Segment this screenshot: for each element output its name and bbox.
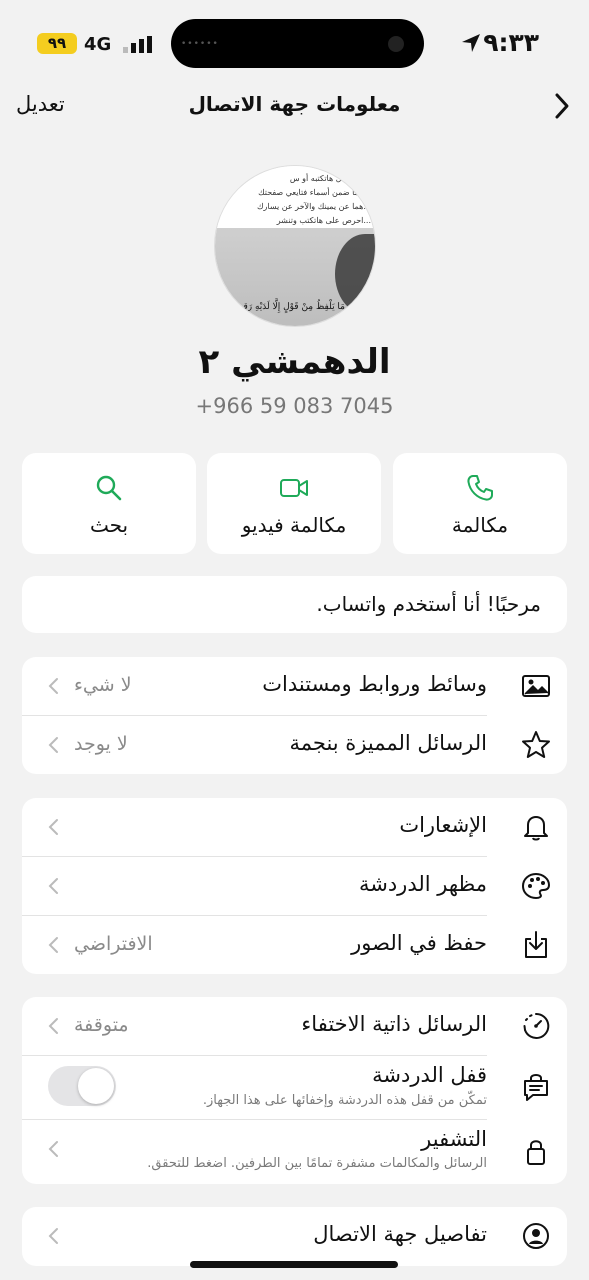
disappearing-messages-value: متوقفة: [74, 1014, 129, 1036]
media-links-docs-label: وسائط وروابط ومستندات: [262, 672, 487, 696]
chevron-left-icon: [48, 819, 58, 835]
save-to-photos-row[interactable]: حفظ في الصور الافتراضي: [22, 916, 567, 974]
toggle-knob: [78, 1068, 114, 1104]
chat-settings-group: الإشعارات مظهر الدردشة حفظ في الصور الاف…: [22, 798, 567, 974]
chevron-left-icon: [48, 1141, 58, 1157]
chevron-left-icon: [48, 1228, 58, 1244]
avatar-text-block: ...يابان كلّ هاتكتبه أو س ...هما ضمن أسم…: [215, 166, 375, 228]
chat-lock-label: قفل الدردشة: [372, 1063, 487, 1087]
media-starred-group: وسائط وروابط ومستندات لا شيء الرسائل الم…: [22, 657, 567, 774]
notifications-label: الإشعارات: [399, 813, 487, 837]
encryption-label: التشفير: [421, 1127, 487, 1151]
call-button-label: مكالمة: [451, 513, 509, 537]
dynamic-island: ••••••: [171, 19, 424, 68]
encryption-row[interactable]: التشفير الرسائل والمكالمات مشفرة تمامًا …: [22, 1120, 567, 1182]
about-status-card[interactable]: مرحبًا! أنا أستخدم واتساب.: [22, 576, 567, 633]
location-arrow-icon: [462, 34, 480, 52]
about-text: مرحبًا! أنا أستخدم واتساب.: [316, 592, 541, 616]
avatar-text-line: ...يابان كلّ هاتكتبه أو س: [289, 174, 371, 183]
battery-indicator: ٩٩: [37, 33, 77, 54]
starred-messages-label: الرسائل المميزة بنجمة: [289, 731, 488, 755]
chat-theme-label: مظهر الدردشة: [358, 872, 487, 896]
notifications-row[interactable]: الإشعارات: [22, 798, 567, 856]
avatar-text-line: ...هما عن يمينك والآخر عن يسارك: [256, 202, 371, 211]
camera-icon: [388, 36, 404, 52]
encryption-description: الرسائل والمكالمات مشفرة تمامًا بين الطر…: [147, 1156, 487, 1171]
chat-lock-row: قفل الدردشة تمكّن من قفل هذه الدردشة وإخ…: [22, 1056, 567, 1118]
starred-messages-row[interactable]: الرسائل المميزة بنجمة لا يوجد: [22, 716, 567, 774]
avatar-text-line: ...هما ضمن أسماء فتايعي صفحتك: [258, 188, 371, 197]
save-to-photos-value: الافتراضي: [74, 933, 153, 955]
timer-icon: [523, 1012, 550, 1039]
palette-icon: [521, 872, 551, 900]
contact-circle-icon: [523, 1223, 549, 1249]
home-indicator[interactable]: [190, 1261, 398, 1268]
avatar-caption: مَا يَلْفِظُ مِنْ قَوْلٍ إِلَّا لَدَيْهِ…: [231, 302, 345, 312]
contact-details-group: تفاصيل جهة الاتصال: [22, 1207, 567, 1266]
video-icon: [280, 479, 308, 497]
back-chevron-icon[interactable]: [553, 92, 571, 120]
lock-icon: [527, 1140, 545, 1165]
contact-avatar[interactable]: ...يابان كلّ هاتكتبه أو س ...هما ضمن أسم…: [214, 165, 376, 327]
save-download-icon: [525, 931, 547, 958]
page-title: معلومات جهة الاتصال: [188, 92, 401, 116]
signal-bars-icon: [123, 36, 152, 53]
disappearing-messages-label: الرسائل ذاتية الاختفاء: [301, 1012, 487, 1036]
chevron-left-icon: [48, 678, 58, 694]
video-call-button[interactable]: مكالمة فيديو: [207, 453, 381, 554]
search-button-label: بحث: [89, 513, 129, 537]
avatar-text-line: ...احرص على هاتكتب وتنشر: [276, 216, 371, 225]
bell-icon: [524, 816, 548, 841]
edit-button[interactable]: تعديل: [16, 92, 65, 116]
navigation-bar: معلومات جهة الاتصال تعديل: [0, 88, 589, 124]
chevron-left-icon: [48, 1018, 58, 1034]
media-links-docs-row[interactable]: وسائط وروابط ومستندات لا شيء: [22, 657, 567, 715]
chat-theme-row[interactable]: مظهر الدردشة: [22, 857, 567, 915]
chevron-left-icon: [48, 737, 58, 753]
island-dots-icon: ••••••: [181, 39, 219, 49]
clock: ٩:٣٣: [483, 28, 539, 57]
status-bar: ٩:٣٣ •••••• ٩٩ 4G: [0, 0, 589, 88]
search-icon: [96, 475, 122, 501]
phone-icon: [467, 475, 493, 501]
image-icon: [522, 675, 550, 697]
media-count-value: لا شيء: [74, 674, 132, 696]
call-button[interactable]: مكالمة: [393, 453, 567, 554]
search-button[interactable]: بحث: [22, 453, 196, 554]
network-type: 4G: [84, 34, 112, 55]
privacy-group: الرسائل ذاتية الاختفاء متوقفة قفل الدردش…: [22, 997, 567, 1184]
disappearing-messages-row[interactable]: الرسائل ذاتية الاختفاء متوقفة: [22, 997, 567, 1055]
chevron-left-icon: [48, 937, 58, 953]
save-to-photos-label: حفظ في الصور: [351, 931, 487, 955]
chat-lock-icon: [524, 1074, 548, 1101]
contact-details-row[interactable]: تفاصيل جهة الاتصال: [22, 1207, 567, 1265]
contact-phone[interactable]: +966 59 083 7045: [0, 394, 589, 418]
chevron-left-icon: [48, 878, 58, 894]
chat-lock-description: تمكّن من قفل هذه الدردشة وإخفائها على هذ…: [202, 1093, 487, 1108]
chat-lock-toggle[interactable]: [48, 1066, 116, 1106]
starred-messages-value: لا يوجد: [74, 733, 128, 755]
contact-name: الدهمشي ٢: [198, 342, 391, 382]
contact-details-label: تفاصيل جهة الاتصال: [313, 1222, 487, 1246]
video-call-button-label: مكالمة فيديو: [241, 513, 347, 537]
star-icon: [522, 731, 550, 758]
